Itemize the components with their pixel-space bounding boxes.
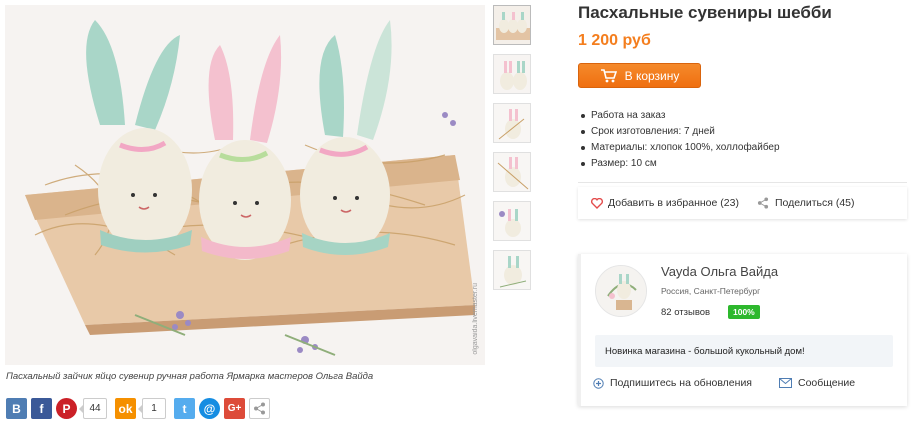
seller-avatar[interactable] [595, 265, 647, 317]
plus-circle-icon [593, 377, 604, 389]
favorite-share-bar: Добавить в избранное (23) Поделиться (45… [578, 187, 907, 219]
twitter-share-button[interactable]: t [174, 398, 195, 419]
add-to-favorites-button[interactable]: Добавить в избранное (23) [591, 197, 739, 209]
cart-icon [600, 68, 617, 82]
feature-item: Материалы: хлопок 100%, холлофайбер [580, 140, 780, 156]
feature-item: Срок изготовления: 7 дней [580, 124, 780, 140]
googleplus-share-button[interactable]: G+ [224, 398, 245, 419]
add-to-cart-button[interactable]: В корзину [578, 63, 701, 88]
photo-illustration [5, 5, 485, 365]
photo-caption: Пасхальный зайчик яйцо сувенир ручная ра… [6, 371, 374, 382]
message-label: Сообщение [798, 377, 856, 389]
seller-location: Россия, Санкт-Петербург [661, 286, 761, 296]
product-price: 1 200 руб [578, 32, 651, 49]
mailru-share-button[interactable]: @ [199, 398, 220, 419]
seller-reviews[interactable]: 82 отзывов [661, 307, 710, 318]
pinterest-share-count: 44 [79, 398, 107, 419]
thumbnail-3[interactable] [493, 103, 531, 143]
product-features-list: Работа на заказ Срок изготовления: 7 дне… [580, 108, 780, 172]
seller-name[interactable]: Vayda Ольга Вайда [661, 264, 778, 279]
share-product-label: Поделиться (45) [774, 197, 855, 209]
share-icon [757, 197, 769, 209]
seller-rating-badge: 100% [728, 305, 760, 319]
thumbnail-2[interactable] [493, 54, 531, 94]
message-button[interactable]: Сообщение [779, 377, 855, 389]
thumbnail-5[interactable] [493, 201, 531, 241]
thumbnail-6[interactable] [493, 250, 531, 290]
odnoklassniki-share-button[interactable]: ok [115, 398, 136, 419]
pinterest-share-button[interactable]: P [56, 398, 77, 419]
heart-icon [591, 197, 603, 209]
subscribe-label: Подпишитесь на обновления [610, 377, 752, 389]
add-to-cart-label: В корзину [624, 68, 680, 83]
share-icon [254, 402, 265, 415]
feature-item: Работа на заказ [580, 108, 780, 124]
envelope-icon [779, 378, 792, 388]
more-share-button[interactable] [249, 398, 270, 419]
facebook-share-button[interactable]: f [31, 398, 52, 419]
main-product-photo[interactable]: olgavaida.livemaster.ru [5, 5, 485, 365]
seller-card: Vayda Ольга Вайда Россия, Санкт-Петербур… [578, 254, 907, 406]
section-divider [578, 182, 907, 183]
social-share-bar: В f P 44 ok 1 t @ G+ [6, 398, 270, 419]
photo-watermark: olgavaida.livemaster.ru [472, 283, 479, 355]
vk-share-button[interactable]: В [6, 398, 27, 419]
subscribe-button[interactable]: Подпишитесь на обновления [593, 377, 752, 389]
add-to-favorites-label: Добавить в избранное (23) [608, 197, 739, 209]
share-product-button[interactable]: Поделиться (45) [757, 197, 855, 209]
thumbnail-strip [493, 5, 531, 299]
product-title: Пасхальные сувениры шебби [578, 3, 832, 22]
odnoklassniki-share-count: 1 [138, 398, 166, 419]
shop-news[interactable]: Новинка магазина - большой кукольный дом… [595, 335, 893, 367]
thumbnail-1[interactable] [493, 5, 531, 45]
thumbnail-4[interactable] [493, 152, 531, 192]
feature-item: Размер: 10 см [580, 156, 780, 172]
